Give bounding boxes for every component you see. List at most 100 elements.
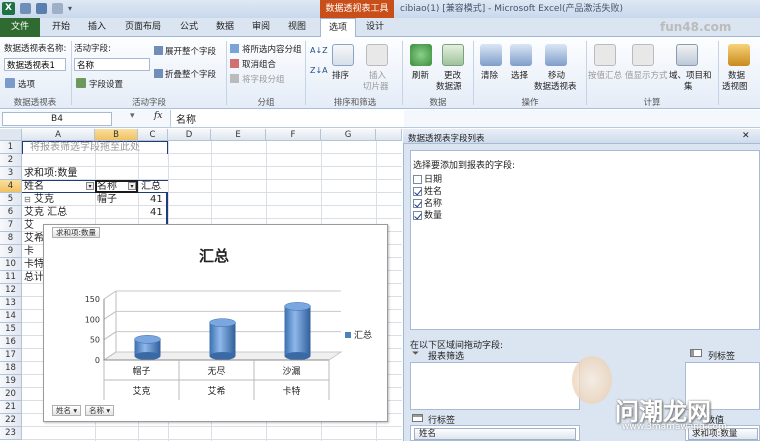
ungroup-icon[interactable] <box>230 59 239 68</box>
checkbox[interactable] <box>413 187 422 196</box>
row-field-chip[interactable]: 姓名 <box>414 428 576 440</box>
cell-c5[interactable]: 41 <box>150 193 163 206</box>
cell-a6[interactable]: 艾克 汇总 <box>24 206 67 219</box>
row-header[interactable]: 5 <box>0 193 22 206</box>
collapse-icon[interactable]: ⊟ <box>24 193 31 206</box>
column-header-f[interactable]: F <box>266 129 321 141</box>
row-header[interactable]: 8 <box>0 232 22 245</box>
column-header-h[interactable] <box>376 129 402 141</box>
expand-field-button[interactable]: 展开整个字段 <box>165 45 216 57</box>
pivotchart-icon[interactable] <box>728 44 750 66</box>
select-all-corner[interactable] <box>0 129 22 141</box>
checkbox[interactable] <box>413 199 422 208</box>
formula-input[interactable] <box>170 110 404 127</box>
options-button[interactable]: 选项 <box>18 78 35 90</box>
pivotchart-line2[interactable]: 透视图 <box>722 80 748 92</box>
row-header[interactable]: 18 <box>0 362 22 375</box>
insert-slicer-button-line2[interactable]: 切片器 <box>363 80 389 92</box>
name-box[interactable]: B4 <box>2 112 112 126</box>
summarize-icon[interactable] <box>594 44 616 66</box>
pane-close-icon[interactable]: ✕ <box>742 131 750 141</box>
row-header[interactable]: 14 <box>0 310 22 323</box>
summarize-button[interactable]: 按值汇总 <box>588 69 622 81</box>
checkbox[interactable] <box>413 211 422 220</box>
tab-design[interactable]: 设计 <box>358 18 392 37</box>
cell-b4[interactable]: 名称 <box>97 180 117 193</box>
cell-a5[interactable]: 艾克 <box>34 193 54 206</box>
clear-button[interactable]: 清除 <box>481 69 498 81</box>
refresh-icon[interactable] <box>410 44 432 66</box>
chart-axis-field-button-name[interactable]: 姓名 ▾ <box>52 405 82 416</box>
column-header-a[interactable]: A <box>22 129 95 141</box>
qat-dropdown-icon[interactable]: ▾ <box>68 4 72 13</box>
cell-a11[interactable]: 总计 <box>24 271 44 284</box>
row-header[interactable]: 13 <box>0 297 22 310</box>
row-header[interactable]: 11 <box>0 271 22 284</box>
cancel-icon[interactable]: ▾ <box>130 111 135 121</box>
row-header[interactable]: 7 <box>0 219 22 232</box>
row-header[interactable]: 12 <box>0 284 22 297</box>
sort-za-icon[interactable]: Z↓A <box>310 66 328 75</box>
cell-a9[interactable]: 卡 <box>24 245 34 258</box>
redo-icon[interactable] <box>52 3 63 14</box>
sort-az-icon[interactable]: A↓Z <box>310 46 328 55</box>
row-header[interactable]: 2 <box>0 154 22 167</box>
cell-a4[interactable]: 姓名 <box>24 180 44 193</box>
slicer-icon[interactable] <box>366 44 388 66</box>
show-values-icon[interactable] <box>632 44 654 66</box>
move-pivot-icon[interactable] <box>545 44 567 66</box>
cell-a3[interactable]: 求和项:数量 <box>24 167 77 180</box>
tab-view[interactable]: 视图 <box>280 18 314 37</box>
column-header-c[interactable]: C <box>138 129 168 141</box>
pivot-chart[interactable]: 求和项:数量 汇总 0 50 100 150 帽子 艾克 无尽 艾希 沙漏 卡特 汇总 姓名 ▾ 名称… <box>43 224 388 422</box>
chart-axis-field-button-item[interactable]: 名称 ▾ <box>85 405 115 416</box>
row-header[interactable]: 4 <box>0 180 22 193</box>
change-source-icon[interactable] <box>442 44 464 66</box>
sort-button[interactable]: 排序 <box>332 69 349 81</box>
pivot-name-input[interactable] <box>4 58 66 71</box>
checkbox[interactable] <box>413 175 422 184</box>
row-header[interactable]: 21 <box>0 401 22 414</box>
ungroup-button[interactable]: 取消组合 <box>242 58 276 70</box>
row-header[interactable]: 19 <box>0 375 22 388</box>
tab-formulas[interactable]: 公式 <box>172 18 206 37</box>
sort-dialog-icon[interactable] <box>332 44 354 66</box>
report-filter-area[interactable] <box>410 362 580 410</box>
field-settings-icon[interactable] <box>76 78 86 88</box>
fields-items-icon[interactable] <box>676 44 698 66</box>
tab-file[interactable]: 文件 <box>0 18 40 37</box>
group-selection-icon[interactable] <box>230 44 239 53</box>
show-values-button[interactable]: 值显示方式 <box>625 69 668 81</box>
select-icon[interactable] <box>510 44 532 66</box>
save-icon[interactable] <box>20 3 31 14</box>
refresh-button[interactable]: 刷新 <box>412 69 429 81</box>
filter-dropdown-icon[interactable]: ▾ <box>86 182 94 190</box>
cell-c4[interactable]: 汇总 <box>141 180 161 193</box>
change-source-line2[interactable]: 数据源 <box>436 80 462 92</box>
tab-options[interactable]: 选项 <box>320 18 356 38</box>
column-header-d[interactable]: D <box>168 129 211 141</box>
row-header[interactable]: 10 <box>0 258 22 271</box>
clear-icon[interactable] <box>480 44 502 66</box>
expand-field-icon[interactable] <box>154 46 163 55</box>
cell-a8[interactable]: 艾希 <box>24 232 44 245</box>
row-header[interactable]: 9 <box>0 245 22 258</box>
undo-icon[interactable] <box>36 3 47 14</box>
fx-icon[interactable]: fx <box>154 111 162 121</box>
column-header-e[interactable]: E <box>211 129 266 141</box>
cell-a7[interactable]: 艾 <box>24 219 34 232</box>
options-icon[interactable] <box>5 78 15 88</box>
fields-items-line2[interactable]: 集 <box>684 80 693 92</box>
group-field-icon[interactable] <box>230 74 239 83</box>
filter-dropdown-icon[interactable]: ▾ <box>128 182 136 190</box>
row-header[interactable]: 1 <box>0 141 22 154</box>
column-header-g[interactable]: G <box>321 129 376 141</box>
group-selection-button[interactable]: 将所选内容分组 <box>242 43 302 55</box>
field-list-item[interactable]: 数量 <box>413 208 442 221</box>
tab-data[interactable]: 数据 <box>208 18 242 37</box>
group-field-button[interactable]: 将字段分组 <box>242 73 285 85</box>
tab-home[interactable]: 开始 <box>44 18 78 37</box>
row-header[interactable]: 22 <box>0 414 22 427</box>
select-button[interactable]: 选择 <box>511 69 528 81</box>
row-header[interactable]: 17 <box>0 349 22 362</box>
